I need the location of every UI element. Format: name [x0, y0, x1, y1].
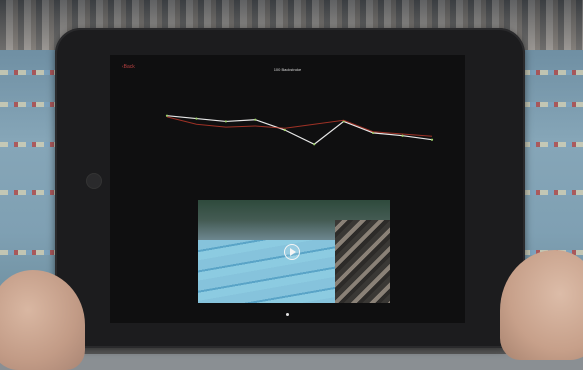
tablet-screen: ‹Back 100 Backstroke [110, 55, 465, 323]
data-point[interactable] [401, 134, 404, 137]
page-indicator-dot[interactable] [286, 313, 289, 316]
video-pool-lanes [198, 240, 348, 303]
data-point[interactable] [165, 114, 169, 117]
home-button[interactable] [86, 173, 102, 189]
race-video-thumbnail[interactable] [198, 200, 390, 303]
data-point[interactable] [195, 117, 198, 120]
play-icon[interactable] [284, 244, 300, 260]
data-point[interactable] [254, 118, 257, 121]
data-point[interactable] [283, 128, 286, 132]
data-point[interactable] [430, 138, 434, 141]
data-point[interactable] [313, 143, 316, 146]
data-point[interactable] [224, 120, 227, 123]
video-spectators [335, 220, 390, 303]
series-line-1 [166, 115, 433, 145]
